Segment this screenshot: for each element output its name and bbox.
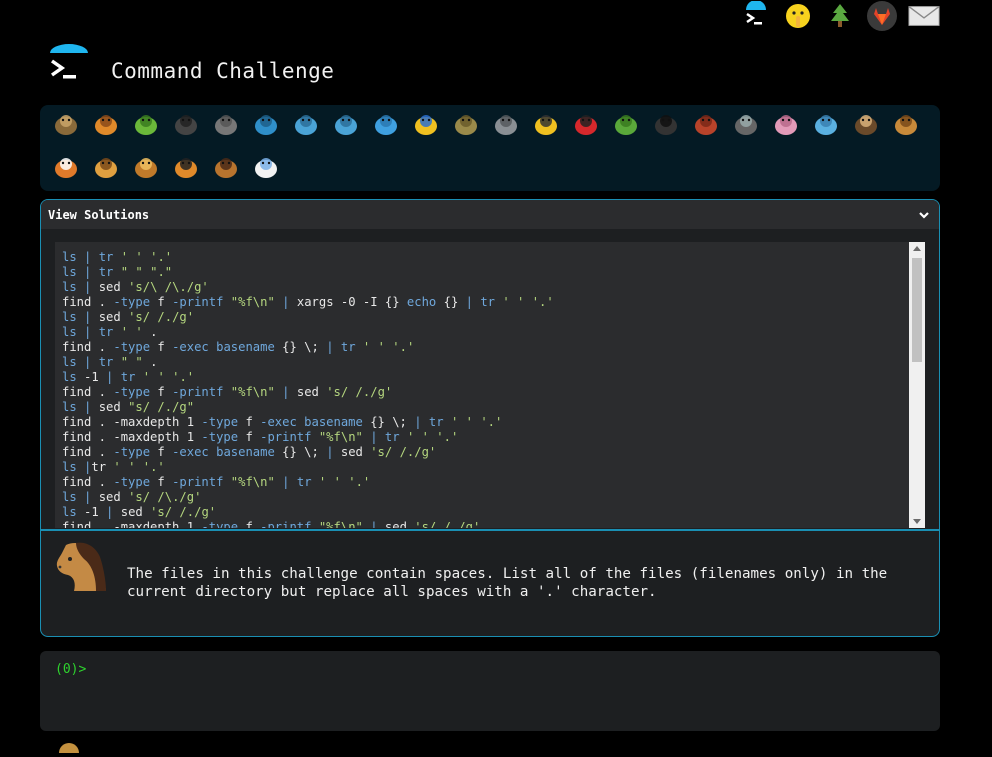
tree-icon[interactable] — [824, 0, 856, 32]
solution-line: ls -1 | tr ' ' '.' — [62, 370, 195, 384]
scroll-up-arrow[interactable] — [913, 246, 921, 251]
gitlab-icon[interactable] — [866, 0, 898, 32]
solution-line: ls |tr ' ' '.' — [62, 460, 165, 474]
terminal-prompt: (0)> — [55, 662, 87, 677]
solution-line: find . -type f -exec basename {} \; | se… — [62, 445, 437, 459]
top-icon-bar — [740, 0, 940, 32]
snail-icon[interactable] — [46, 105, 86, 145]
wolf-icon[interactable] — [486, 105, 526, 145]
view-solutions-header[interactable]: View Solutions — [41, 200, 939, 229]
solutions-code-block[interactable]: ls | tr ' ' '.' ls | tr " " "." ls | sed '… — [55, 242, 925, 528]
worm-icon[interactable] — [766, 105, 806, 145]
ant-icon[interactable] — [166, 105, 206, 145]
scroll-down-arrow[interactable] — [913, 519, 921, 524]
fish-icon[interactable] — [366, 105, 406, 145]
solution-line: ls -1 | sed 's/ /./g' — [62, 505, 217, 519]
challenge-description: The files in this challenge contain spac… — [127, 566, 888, 600]
solution-line: ls | sed 's/\ /\./g' — [62, 280, 209, 294]
monkey-icon[interactable] — [846, 105, 886, 145]
fly-icon[interactable] — [726, 105, 766, 145]
bee-icon[interactable] — [526, 105, 566, 145]
scrollbar-thumb[interactable] — [912, 258, 922, 362]
challenge-icon-panel — [40, 105, 940, 191]
challenge-row-2 — [46, 148, 286, 188]
cricket-icon[interactable] — [606, 105, 646, 145]
solution-line: ls | tr " " . — [62, 355, 158, 369]
caterpillar-icon[interactable] — [126, 105, 166, 145]
page-title: Command Challenge — [111, 59, 335, 83]
solution-line: ls | sed 's/ /\./g' — [62, 490, 202, 504]
dolphin-icon[interactable] — [286, 105, 326, 145]
solution-line: ls | sed 's/ /./g' — [62, 310, 195, 324]
challenge-row-1 — [46, 105, 926, 145]
dog-icon[interactable] — [886, 105, 926, 145]
solution-line: find . -maxdepth 1 -type f -exec basenam… — [62, 415, 503, 429]
butterfly-icon[interactable] — [86, 105, 126, 145]
solution-line: find . -type f -printf "%f\n" | tr ' ' '… — [62, 475, 371, 489]
tropical-fish-icon[interactable] — [406, 105, 446, 145]
logo-icon[interactable] — [46, 44, 92, 88]
challenge-panel: View Solutions ls | tr ' ' '.' ls | tr " … — [40, 199, 940, 637]
chevron-down-icon[interactable] — [917, 208, 931, 222]
ladybug-icon[interactable] — [566, 105, 606, 145]
horse-icon — [52, 539, 110, 597]
terminal-input[interactable]: (0)> — [40, 651, 940, 731]
terminal-icon[interactable] — [740, 0, 772, 32]
solution-line: find . -maxdepth 1 -type f -printf "%f\n… — [62, 520, 481, 528]
solution-line: find . -type f -exec basename {} \; | tr… — [62, 340, 415, 354]
solutions-list: ls | tr ' ' '.' ls | tr " " "." ls | sed '… — [62, 250, 554, 528]
microbe-icon[interactable] — [806, 105, 846, 145]
spider-web-icon[interactable] — [206, 105, 246, 145]
scrollbar[interactable] — [909, 242, 925, 528]
whale-icon[interactable] — [246, 105, 286, 145]
footer-icon — [56, 738, 82, 757]
divider — [41, 529, 939, 531]
shushing-face-icon[interactable] — [782, 0, 814, 32]
dolphin-icon[interactable] — [326, 105, 366, 145]
unicorn-icon[interactable] — [246, 148, 286, 188]
solution-line: ls | tr ' ' '.' — [62, 250, 173, 264]
cat-icon[interactable] — [86, 148, 126, 188]
scorpion-icon[interactable] — [686, 105, 726, 145]
horse-icon[interactable] — [206, 148, 246, 188]
solution-line: ls | sed "s/ /./g" — [62, 400, 195, 414]
mail-icon[interactable] — [908, 0, 940, 32]
spider-icon[interactable] — [646, 105, 686, 145]
lion-icon[interactable] — [126, 148, 166, 188]
solution-line: ls | tr " " "." — [62, 265, 173, 279]
tiger-icon[interactable] — [166, 148, 206, 188]
view-solutions-label: View Solutions — [48, 207, 150, 222]
solution-line: find . -maxdepth 1 -type f -printf "%f\n… — [62, 430, 459, 444]
solution-line: ls | tr ' ' . — [62, 325, 158, 339]
fox-icon[interactable] — [46, 148, 86, 188]
solution-line: find . -type f -printf "%f\n" | sed 's/ … — [62, 385, 393, 399]
solution-line: find . -type f -printf "%f\n" | xargs -0… — [62, 295, 554, 309]
blowfish-icon[interactable] — [446, 105, 486, 145]
